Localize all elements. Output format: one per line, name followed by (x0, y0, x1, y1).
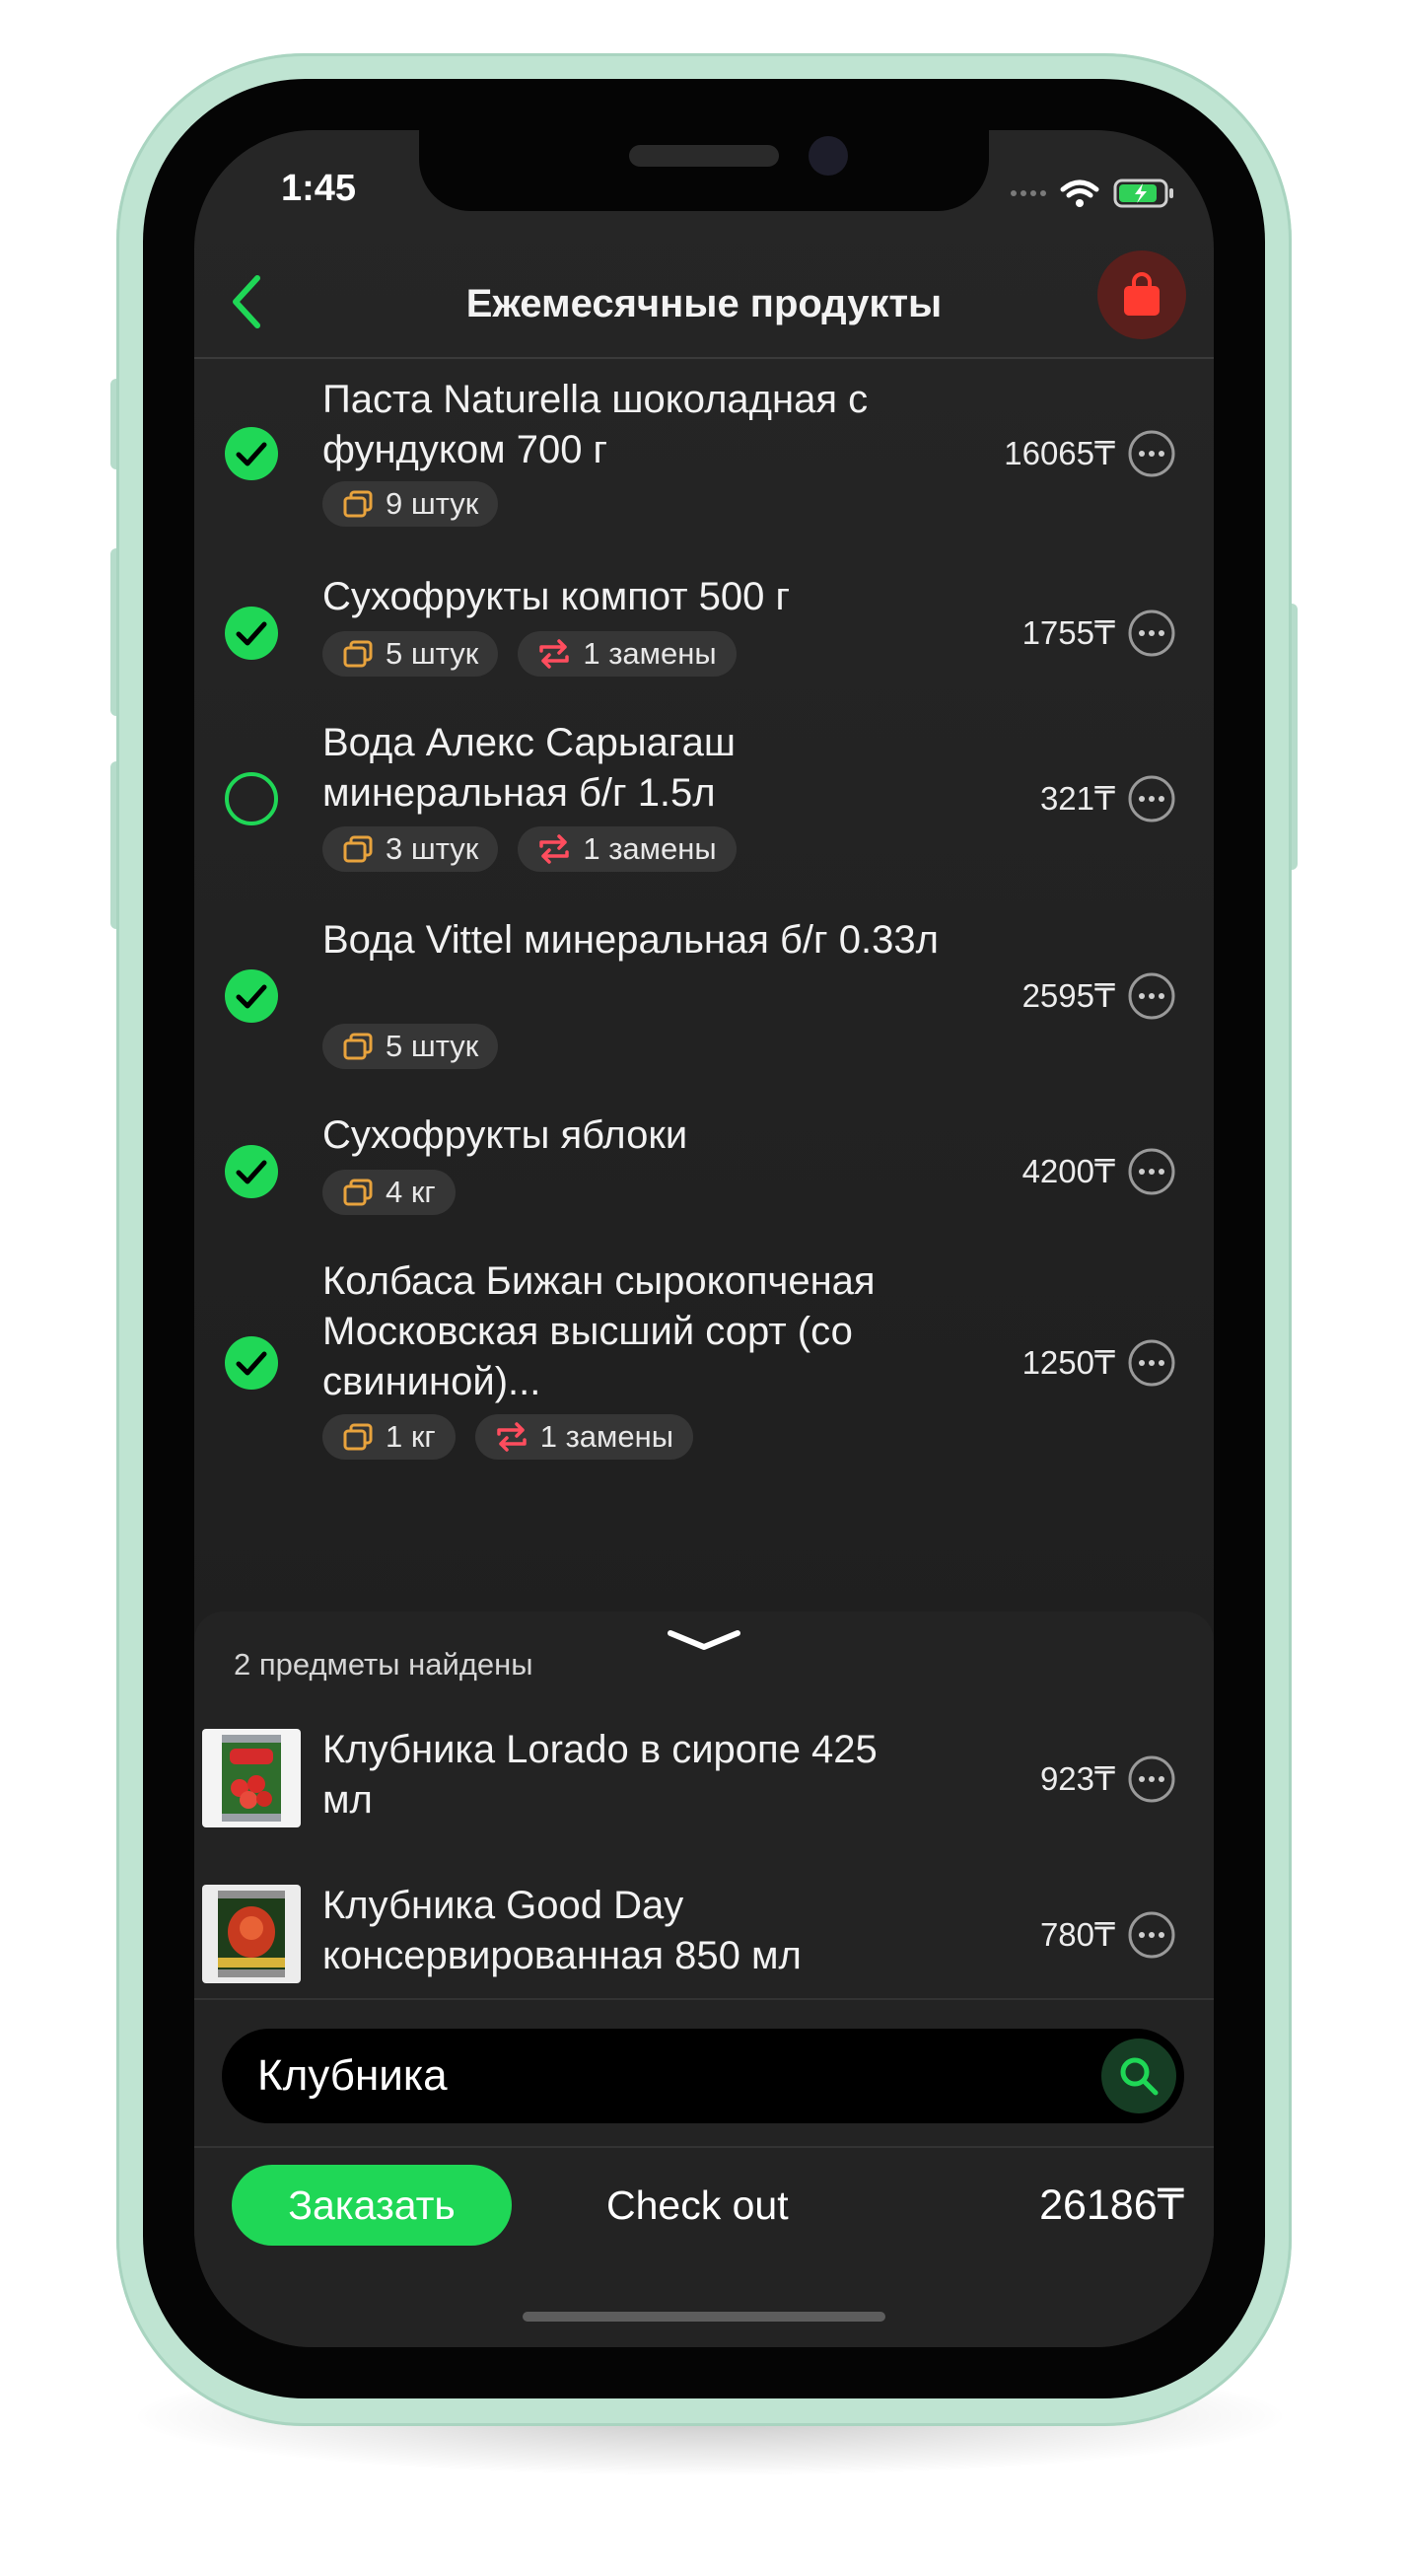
item-price: 16065₸ (1004, 435, 1115, 471)
stack-icon (343, 1033, 373, 1060)
results-count: 2 предметы найдены (234, 1647, 533, 1682)
stack-icon (343, 1423, 373, 1451)
quantity-label: 5 штук (386, 636, 479, 671)
quantity-tag: 4 кг (322, 1170, 456, 1215)
swap-icon (539, 639, 570, 669)
checkout-button[interactable]: Check out (606, 2165, 789, 2246)
replacements-label: 1 замены (583, 636, 717, 671)
ellipsis-circle-icon[interactable] (1127, 429, 1176, 478)
empty-circle-icon[interactable] (224, 771, 279, 826)
ellipsis-circle-icon[interactable] (1127, 608, 1176, 658)
quantity-tag: 9 штук (322, 481, 499, 527)
quantity-label: 5 штук (386, 1029, 479, 1063)
item-name: Вода Алекс Сарыагаш минеральная б/г 1.5л (322, 721, 736, 815)
check-circle-icon[interactable] (224, 606, 279, 661)
quantity-label: 1 кг (386, 1419, 436, 1454)
list-item[interactable]: Вода Алекс Сарыагаш минеральная б/г 1.5л… (194, 718, 1214, 886)
stack-icon (343, 835, 373, 863)
ellipsis-circle-icon[interactable] (1127, 1910, 1176, 1960)
result-item[interactable]: Клубника Lorado в сиропе 425 мл 923₸ (194, 1725, 1214, 1833)
status-icons (1011, 174, 1176, 213)
check-circle-icon[interactable] (224, 426, 279, 481)
front-camera (809, 136, 848, 176)
product-image (202, 1885, 301, 1983)
shopping-bag-icon (1124, 272, 1160, 316)
order-total: 26186₸ (1039, 2182, 1184, 2229)
quantity-label: 9 штук (386, 486, 479, 521)
swap-icon (496, 1422, 527, 1452)
check-circle-icon[interactable] (224, 1144, 279, 1199)
item-name: Сухофрукты яблоки (322, 1113, 688, 1157)
quantity-label: 3 штук (386, 831, 479, 866)
list-item[interactable]: Сухофрукты компот 500 г 5 штук 1 замены … (194, 572, 1214, 690)
ellipsis-circle-icon[interactable] (1127, 1147, 1176, 1196)
list-item[interactable]: Паста Naturella шоколадная с фундуком 70… (194, 375, 1214, 548)
replacements-tag[interactable]: 1 замены (518, 826, 737, 872)
item-name: Паста Naturella шоколадная с фундуком 70… (322, 378, 869, 471)
home-indicator[interactable] (523, 2312, 885, 2322)
quantity-tag: 5 штук (322, 1024, 499, 1069)
ellipsis-circle-icon[interactable] (1127, 1338, 1176, 1388)
replacements-label: 1 замены (539, 1419, 673, 1454)
stack-icon (343, 640, 373, 668)
item-price: 321₸ (1039, 780, 1115, 817)
list-item[interactable]: Сухофрукты яблоки 4 кг 4200₸ (194, 1110, 1214, 1229)
chevron-down-icon[interactable] (665, 1625, 743, 1655)
stack-icon (343, 1179, 373, 1206)
status-time: 1:45 (281, 168, 357, 209)
result-price: 923₸ (1039, 1760, 1115, 1797)
result-item[interactable]: Клубника Good Day консервированная 850 м… (194, 1881, 1214, 1989)
app-screen: 1:45 Ежемесячные продукты Паста Naturell… (194, 130, 1214, 2347)
quantity-tag: 5 штук (322, 631, 499, 677)
item-price: 1250₸ (1021, 1344, 1115, 1381)
speaker (629, 145, 779, 167)
check-circle-icon[interactable] (224, 1335, 279, 1391)
result-name: Клубника Lorado в сиропе 425 мл (322, 1728, 878, 1822)
search-input[interactable]: Клубника (257, 2029, 448, 2123)
item-tags: 1 кг 1 замены (322, 1414, 693, 1460)
battery-icon (1113, 179, 1173, 208)
item-tags: 5 штук (322, 1024, 499, 1069)
cart-button[interactable] (1097, 250, 1186, 339)
item-price: 2595₸ (1021, 977, 1115, 1014)
search-icon (1120, 2057, 1159, 2096)
replacements-tag[interactable]: 1 замены (518, 631, 737, 677)
product-image (202, 1729, 301, 1827)
item-tags: 4 кг (322, 1170, 456, 1215)
item-price: 4200₸ (1021, 1153, 1115, 1189)
page-title: Ежемесячные продукты (465, 282, 943, 325)
ellipsis-circle-icon[interactable] (1127, 1754, 1176, 1804)
check-circle-icon[interactable] (224, 968, 279, 1024)
signal-icon (1011, 190, 1046, 196)
ellipsis-circle-icon[interactable] (1127, 774, 1176, 823)
quantity-tag: 3 штук (322, 826, 499, 872)
result-name: Клубника Good Day консервированная 850 м… (322, 1884, 802, 1977)
result-price: 780₸ (1039, 1916, 1115, 1953)
item-tags: 5 штук 1 замены (322, 631, 737, 677)
list-item[interactable]: Вода Vittel минеральная б/г 0.33л 5 штук… (194, 915, 1214, 1083)
item-name: Сухофрукты компот 500 г (322, 575, 791, 618)
list-item[interactable]: Колбаса Бижан сырокопченая Московская вы… (194, 1256, 1214, 1473)
replacements-tag[interactable]: 1 замены (474, 1414, 693, 1460)
item-name: Колбаса Бижан сырокопченая Московская вы… (322, 1259, 876, 1403)
divider (194, 2146, 1214, 2148)
item-tags: 3 штук 1 замены (322, 826, 737, 872)
notch (419, 130, 989, 211)
search-button[interactable] (1101, 2039, 1176, 2113)
stack-icon (343, 490, 373, 518)
nav-bar: Ежемесячные продукты (194, 247, 1214, 359)
ellipsis-circle-icon[interactable] (1127, 971, 1176, 1021)
swap-icon (539, 834, 570, 864)
item-price: 1755₸ (1021, 614, 1115, 651)
search-field[interactable]: Клубника (222, 2029, 1184, 2123)
divider (194, 1998, 1214, 2000)
item-tags: 9 штук (322, 481, 499, 527)
quantity-tag: 1 кг (322, 1414, 456, 1460)
wifi-icon (1060, 179, 1099, 207)
item-name: Вода Vittel минеральная б/г 0.33л (322, 918, 939, 962)
quantity-label: 4 кг (386, 1175, 436, 1209)
replacements-label: 1 замены (583, 831, 717, 866)
order-button[interactable]: Заказать (232, 2165, 512, 2246)
